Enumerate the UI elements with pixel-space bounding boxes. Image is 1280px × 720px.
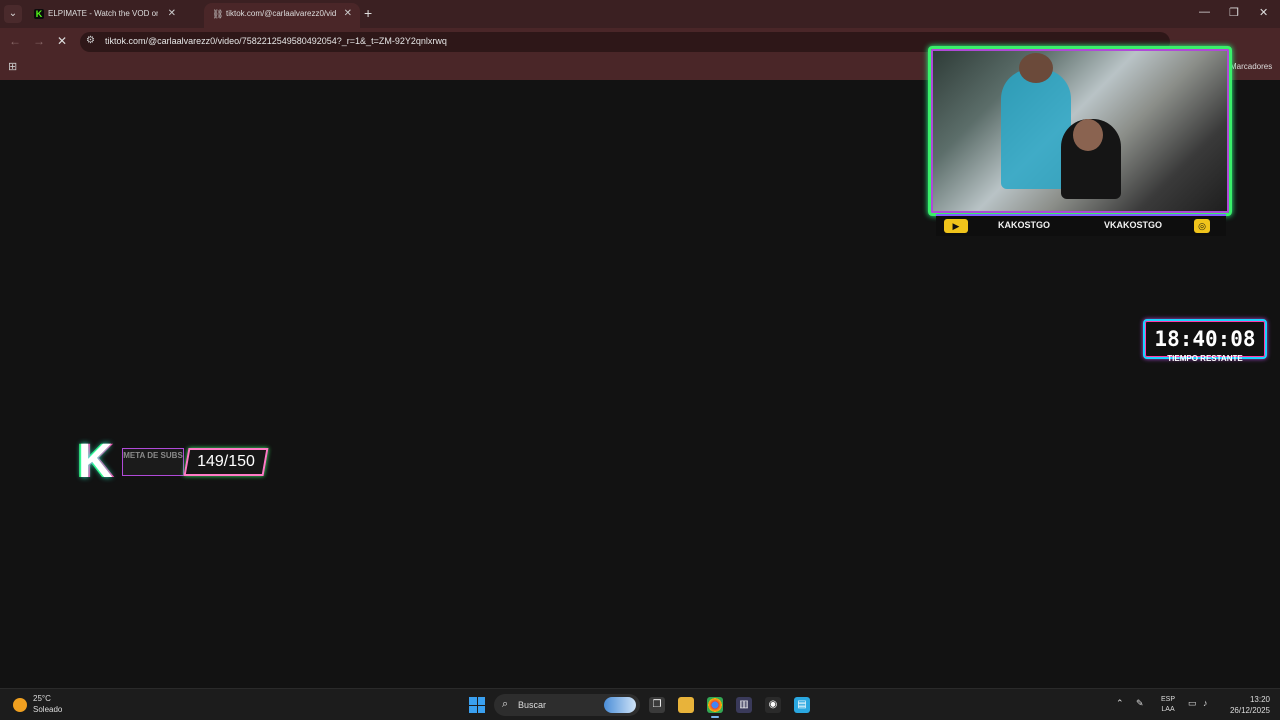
windows-start-icon[interactable] [469,697,485,713]
language-bottom: LAA [1161,706,1175,713]
search-icon: ⌕ [502,698,509,710]
timer-label: TIEMPO RESTANTE [1167,354,1243,363]
webcam-overlay [928,46,1232,216]
countdown-timer: 18:40:08 TIEMPO RESTANTE [1143,319,1267,363]
social-handles-bar: ▶ KAKOSTGO VKAKOSTGO ◎ [936,214,1226,236]
all-bookmarks[interactable]: Marcadores [1230,62,1272,71]
clock-date: 26/12/2025 [1229,706,1270,715]
tab-strip: ⌄ K ELPIMATE - Watch the VOD on ✕ ⛓ tikt… [0,0,1280,28]
language-top: ESP [1161,696,1176,703]
hidden-icons-chevron-icon[interactable]: ⌃ [1116,698,1124,709]
instagram-handle: VKAKOSTGO [1104,220,1163,230]
close-window-icon[interactable]: ✕ [1259,6,1268,19]
tab-elpimate[interactable]: K ELPIMATE - Watch the VOD on ✕ [26,3,184,28]
subs-goal-widget: K META DE SUBS 149/150 [78,435,269,488]
channel-logo: K [78,435,113,488]
system-clock[interactable]: 13:20 26/12/2025 [1222,694,1270,716]
subs-count-value: 149/150 [197,453,255,470]
youtube-handle: KAKOSTGO [998,220,1051,230]
app-icon[interactable]: ▥ [736,697,752,713]
stop-loading-icon[interactable]: ✕ [57,34,67,48]
clock-time: 13:20 [1249,695,1270,704]
sun-icon[interactable] [13,698,27,712]
apps-grid-icon[interactable]: ⊞ [8,60,17,73]
store-icon[interactable]: ▤ [794,697,810,713]
tab-tiktok[interactable]: ⛓ tiktok.com/@carlaalvarezz0/vid ✕ [204,3,360,28]
url-text[interactable]: tiktok.com/@carlaalvarezz0/video/7582212… [105,36,447,46]
tab-title: tiktok.com/@carlaalvarezz0/vid [226,9,336,18]
new-tab-button[interactable]: + [364,5,372,21]
close-tab-icon[interactable]: ✕ [168,3,176,25]
youtube-icon: ▶ [944,219,968,233]
task-view-icon[interactable]: ❐ [649,697,665,713]
pen-icon[interactable]: ✎ [1136,698,1144,709]
weather-temp[interactable]: 25°C [33,694,51,703]
subs-counter: 149/150 [183,448,269,476]
site-info-icon[interactable]: ⚙ [86,35,95,46]
chrome-icon[interactable] [707,697,723,718]
timer-value: 18:40:08 [1154,327,1256,351]
search-placeholder: Buscar [518,700,547,710]
subs-goal-label: META DE SUBS [122,448,184,476]
obs-icon[interactable]: ◉ [765,697,781,713]
volume-icon[interactable]: ♪ [1203,698,1208,708]
network-icon[interactable]: ▭ [1188,698,1197,709]
tab-title: ELPIMATE - Watch the VOD on [48,9,158,18]
language-indicator[interactable]: ESP LAA [1161,695,1175,715]
streamer-head [1019,53,1053,83]
windows-taskbar: 25°C Soleado ⌕ Buscar ❐ ▥ ◉ ▤ ⌃ ✎ ESP LA… [0,688,1280,720]
kick-favicon-icon: K [34,9,44,19]
forward-icon[interactable]: → [33,34,45,48]
tab-search-icon[interactable]: ⌄ [4,5,22,23]
maximize-icon[interactable]: ❐ [1229,6,1239,19]
search-highlight-icon [604,697,636,713]
weather-condition[interactable]: Soleado [33,705,62,714]
file-explorer-icon[interactable] [678,697,694,713]
taskbar-search[interactable]: ⌕ Buscar [494,694,640,716]
instagram-icon: ◎ [1194,219,1210,233]
back-icon[interactable]: ← [9,34,21,48]
guest-head [1073,119,1103,151]
close-tab-icon[interactable]: ✕ [344,3,352,25]
minimize-icon[interactable]: — [1199,6,1210,18]
link-icon: ⛓ [212,9,224,19]
